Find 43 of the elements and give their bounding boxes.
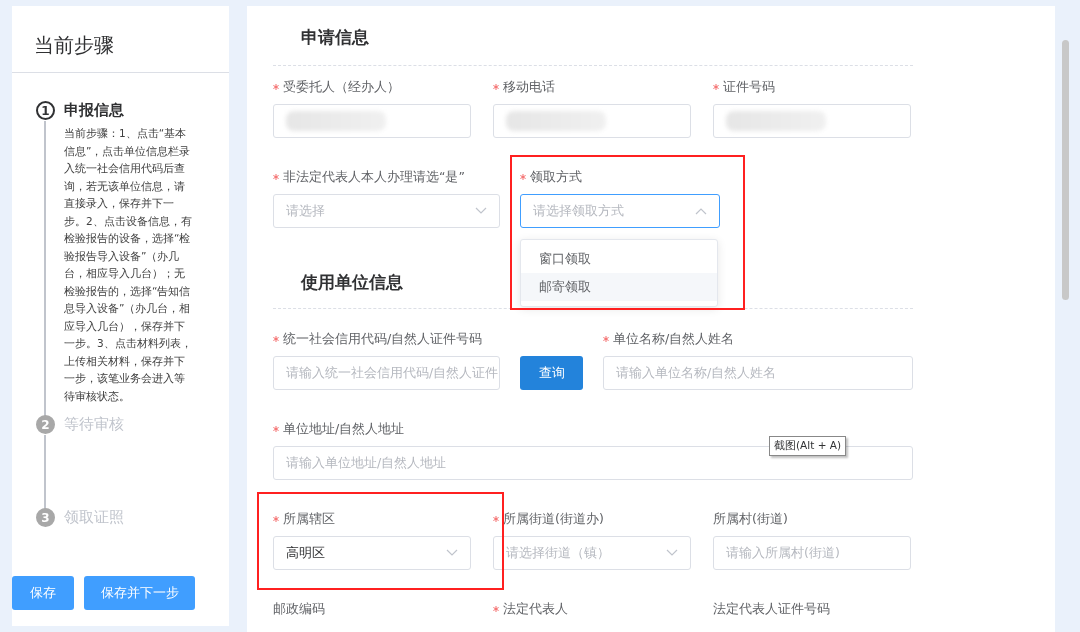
step-title: 申报信息 (64, 101, 124, 120)
field-label: 单位地址/自然人地址 (283, 420, 405, 438)
chevron-icon (666, 549, 678, 557)
field-label: 邮政编码 (273, 600, 325, 618)
field-label: 领取方式 (530, 168, 582, 186)
field-label: 统一社会信用代码/自然人证件号码 (283, 330, 483, 348)
field-label: 所属村(街道) (713, 510, 788, 528)
select-field[interactable]: 请选择街道（镇） (493, 536, 691, 570)
select-field[interactable]: 高明区 (273, 536, 471, 570)
input-field[interactable] (713, 104, 911, 138)
field-label: 所属辖区 (283, 510, 335, 528)
select-field[interactable]: 请选择 (273, 194, 500, 228)
step-number: 2 (36, 415, 55, 434)
input-field[interactable] (273, 104, 471, 138)
input-field[interactable] (493, 104, 691, 138)
sidebar-title: 当前步骤 (12, 6, 229, 73)
save-next-button[interactable]: 保存并下一步 (84, 576, 195, 610)
field-label: 法定代表人 (503, 600, 568, 618)
input-field[interactable]: 请输入单位名称/自然人姓名 (603, 356, 913, 390)
chevron-icon (446, 549, 458, 557)
select-field[interactable]: 请选择领取方式 (520, 194, 720, 228)
scrollbar[interactable] (1062, 40, 1069, 300)
step-title: 领取证照 (64, 508, 124, 527)
section-title: 申请信息 (273, 6, 913, 66)
step-number: 1 (36, 101, 55, 120)
field-label: 受委托人（经办人） (283, 78, 400, 96)
step-title: 等待审核 (64, 415, 124, 434)
field-label: 移动电话 (503, 78, 555, 96)
step-number: 3 (36, 508, 55, 527)
field-label: 所属街道(街道办) (503, 510, 604, 528)
dropdown-option[interactable]: 窗口领取 (521, 245, 717, 273)
field-label: 非法定代表人本人办理请选“是” (283, 168, 465, 186)
tooltip: 截图(Alt + A) (769, 436, 847, 456)
step-description: 当前步骤：1、点击“基本信息”，点击单位信息栏录入统一社会信用代码后查询，若无该单位信息，请直接录入，保存并下一步。2、点击设备信息，有检验报告的设备，选择“检验报告导入设备”（办几台，相应导入几台）；无检验报告的，选择“告知信息导入设备”（办几台，相应导入几台），保存并下一步。3、点击材料列表，上传相关材料，保存并下一步，该笔业务会进入等待审核状态。 (64, 126, 193, 404)
field-label: 法定代表人证件号码 (713, 600, 830, 618)
dropdown-option[interactable]: 邮寄领取 (521, 273, 717, 301)
chevron-icon (695, 207, 707, 215)
query-button[interactable]: 查询 (520, 356, 583, 390)
chevron-icon (475, 207, 487, 215)
field-label: 证件号码 (723, 78, 775, 96)
field-label: 单位名称/自然人姓名 (613, 330, 735, 348)
save-button[interactable]: 保存 (12, 576, 74, 610)
input-field[interactable]: 请输入所属村(街道) (713, 536, 911, 570)
